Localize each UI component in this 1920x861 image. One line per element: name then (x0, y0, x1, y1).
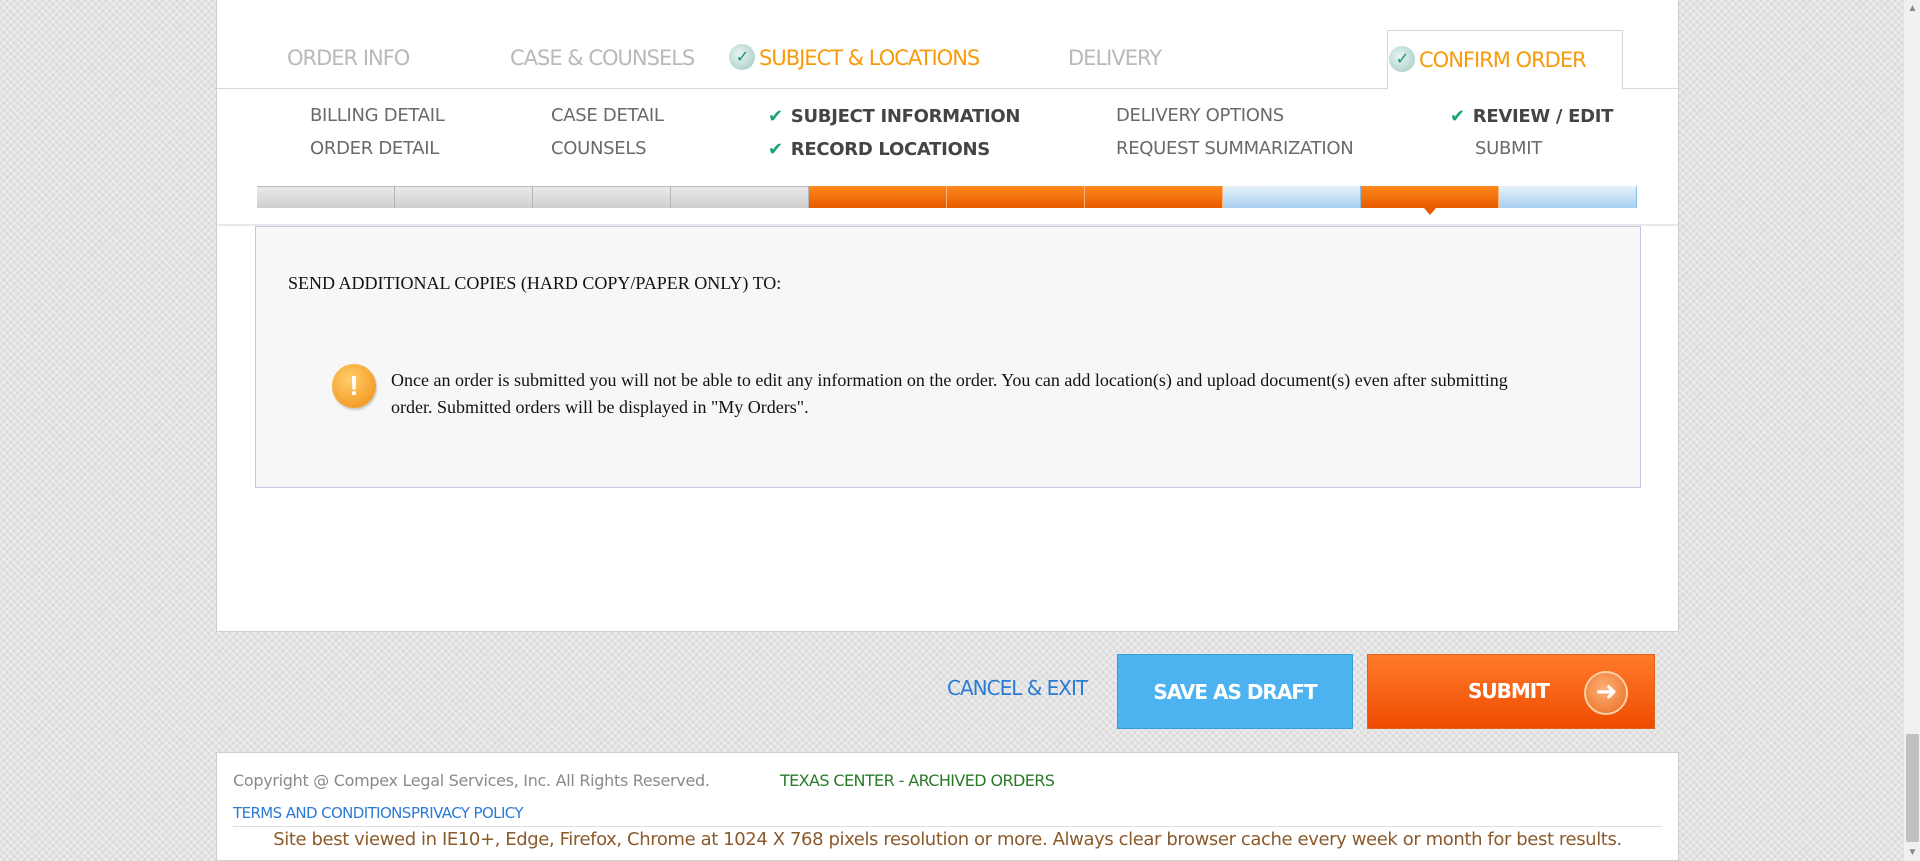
progress-segment (1499, 186, 1637, 208)
progress-segment (257, 186, 395, 208)
tab-subject-locations[interactable]: ✓ SUBJECT & LOCATIONS (729, 44, 980, 72)
progress-segment (1085, 186, 1223, 208)
subnav-review-edit[interactable]: ✔ REVIEW / EDIT (1450, 106, 1613, 127)
submit-notice-text: Once an order is submitted you will not … (391, 370, 1508, 417)
scroll-up-arrow-icon[interactable]: ▲ (1904, 0, 1920, 17)
footer-divider (233, 826, 1662, 827)
checkmark-icon: ✔ (1450, 106, 1465, 127)
check-circle-icon: ✓ (1389, 46, 1415, 72)
progress-segment (533, 186, 671, 208)
submit-button[interactable]: SUBMIT ➜ (1367, 654, 1655, 729)
browser-recommendation-note: Site best viewed in IE10+, Edge, Firefox… (273, 829, 1622, 850)
submit-label: SUBMIT (1468, 679, 1550, 703)
scroll-down-arrow-icon[interactable]: ▼ (1904, 844, 1920, 861)
wizard-tabs: ORDER INFO CASE & COUNSELS ✓ SUBJECT & LO… (217, 0, 1678, 90)
scroll-thumb[interactable] (1906, 734, 1919, 842)
progress-segment (671, 186, 809, 208)
progress-segment (947, 186, 1085, 208)
subnav-subject-information[interactable]: ✔ SUBJECT INFORMATION (768, 106, 1020, 127)
subnav-counsels[interactable]: COUNSELS (551, 138, 647, 159)
tab-label: DELIVERY (1068, 46, 1162, 70)
wizard-progress-bar (257, 186, 1637, 215)
subnav-case-detail[interactable]: CASE DETAIL (551, 105, 664, 126)
save-as-draft-button[interactable]: SAVE AS DRAFT (1117, 654, 1353, 729)
subnav-label: SUBJECT INFORMATION (790, 106, 1021, 127)
page-footer: Copyright @ Compex Legal Services, Inc. … (216, 752, 1679, 861)
order-wizard-panel: ORDER INFO CASE & COUNSELS ✓ SUBJECT & LO… (216, 0, 1679, 632)
exclamation-icon: ! (332, 364, 376, 408)
progress-segment (395, 186, 533, 208)
save-as-draft-label: SAVE AS DRAFT (1153, 679, 1317, 704)
tab-label: SUBJECT & LOCATIONS (759, 46, 980, 70)
progress-segment (1361, 186, 1499, 215)
checkmark-icon: ✔ (768, 106, 783, 127)
confirm-info-box: SEND ADDITIONAL COPIES (HARD COPY/PAPER … (255, 226, 1641, 488)
copyright-text: Copyright @ Compex Legal Services, Inc. … (233, 771, 710, 790)
subnav-label: REVIEW / EDIT (1472, 106, 1614, 127)
vertical-scrollbar[interactable]: ▲ ▼ (1903, 0, 1920, 861)
texas-center-archived-orders-link[interactable]: TEXAS CENTER - ARCHIVED ORDERS (780, 771, 1055, 790)
arrow-right-icon: ➜ (1584, 671, 1628, 715)
tab-label: ORDER INFO (287, 46, 410, 70)
tab-label: CASE & COUNSELS (510, 46, 695, 70)
tab-label: CONFIRM ORDER (1419, 48, 1587, 72)
subnav-submit[interactable]: SUBMIT (1475, 138, 1542, 159)
tab-delivery[interactable]: DELIVERY (1068, 46, 1162, 70)
checkmark-icon: ✔ (768, 139, 783, 160)
subnav-record-locations[interactable]: ✔ RECORD LOCATIONS (768, 139, 990, 160)
progress-segment (809, 186, 947, 208)
subnav-order-detail[interactable]: ORDER DETAIL (310, 138, 439, 159)
progress-segment (1223, 186, 1361, 208)
check-circle-icon: ✓ (729, 44, 755, 70)
subnav-billing-detail[interactable]: BILLING DETAIL (310, 105, 445, 126)
tab-case-counsels[interactable]: CASE & COUNSELS (510, 46, 695, 70)
cancel-exit-link[interactable]: CANCEL & EXIT (947, 676, 1088, 700)
privacy-policy-link[interactable]: PRIVACY POLICY (411, 804, 524, 822)
tab-order-info[interactable]: ORDER INFO (287, 46, 410, 70)
subnav-request-summarization[interactable]: REQUEST SUMMARIZATION (1116, 138, 1354, 159)
terms-and-conditions-link[interactable]: TERMS AND CONDITIONS (233, 804, 411, 822)
subnav-label: RECORD LOCATIONS (790, 139, 990, 160)
subnav-delivery-options[interactable]: DELIVERY OPTIONS (1116, 105, 1284, 126)
tab-confirm-order[interactable]: ✓ CONFIRM ORDER (1389, 46, 1587, 74)
send-additional-copies-label: SEND ADDITIONAL COPIES (HARD COPY/PAPER … (288, 273, 782, 293)
